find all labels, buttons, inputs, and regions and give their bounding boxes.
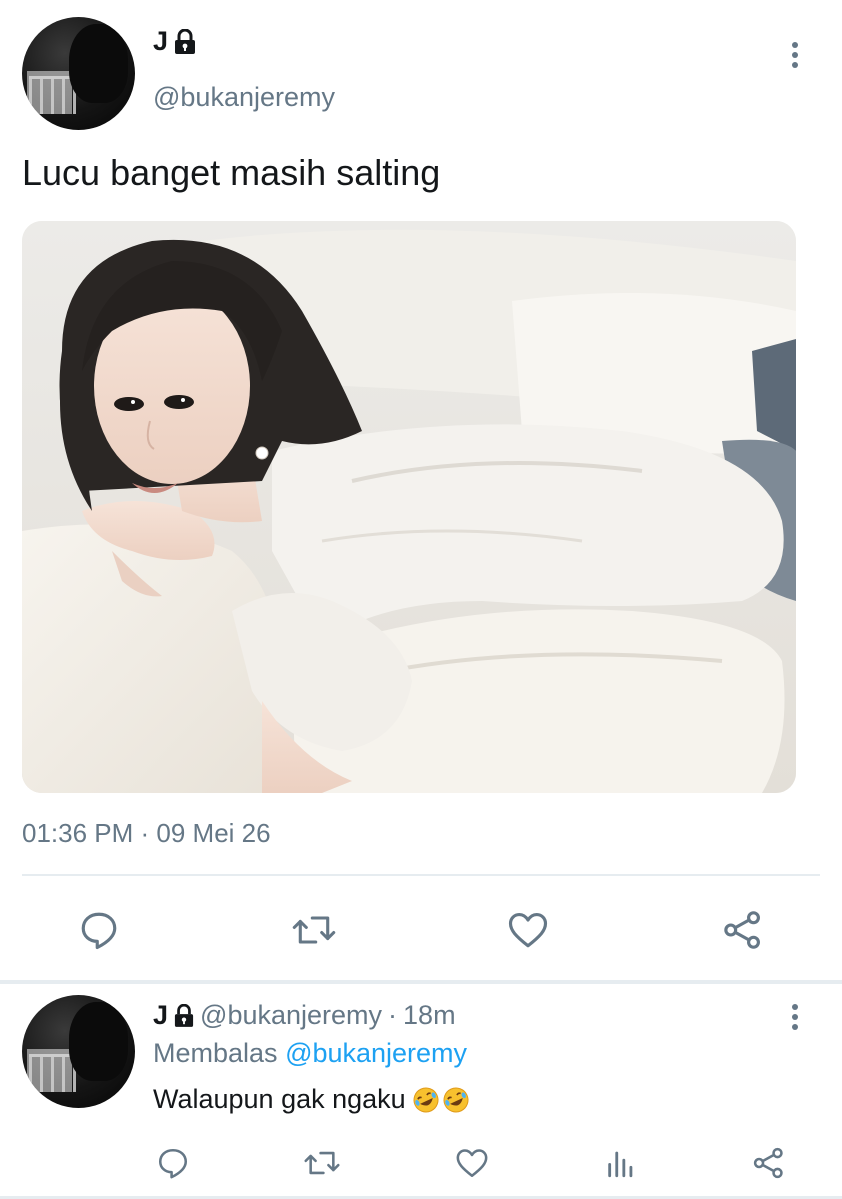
like-icon[interactable] xyxy=(454,1146,490,1180)
retweet-icon[interactable] xyxy=(290,909,338,951)
section-separator xyxy=(0,980,842,984)
display-name: J xyxy=(153,26,169,56)
reply-avatar[interactable] xyxy=(22,995,135,1108)
lock-icon xyxy=(175,28,196,54)
replying-mention[interactable]: @bukanjeremy xyxy=(285,1038,467,1068)
more-vertical-icon[interactable] xyxy=(790,42,800,68)
reply-icon[interactable] xyxy=(78,909,120,951)
author-name-row[interactable]: J xyxy=(153,26,196,57)
reply-text: Walaupun gak ngaku xyxy=(153,1084,406,1114)
author-handle: @bukanjeremy xyxy=(153,82,335,112)
reply-age: 18m xyxy=(403,1000,456,1030)
replying-to: Membalas @bukanjeremy xyxy=(153,1038,467,1069)
avatar[interactable] xyxy=(22,17,135,130)
rolling-on-floor-laughing-emoji xyxy=(413,1087,439,1112)
reply-emoji xyxy=(412,1086,470,1114)
share-icon[interactable] xyxy=(752,1146,786,1180)
reply-handle[interactable]: @bukanjeremy xyxy=(200,1000,382,1031)
replying-prefix: Membalas xyxy=(153,1038,278,1068)
reply-display-name[interactable]: J xyxy=(153,1000,168,1031)
reply-header: J @bukanjeremy · 18m xyxy=(153,1000,456,1031)
reply-icon[interactable] xyxy=(156,1146,190,1180)
rolling-on-floor-laughing-emoji xyxy=(443,1087,469,1112)
retweet-icon[interactable] xyxy=(302,1146,342,1180)
lock-icon xyxy=(174,1003,194,1027)
photo-illustration xyxy=(22,221,796,793)
divider xyxy=(22,874,820,876)
analytics-icon[interactable] xyxy=(604,1146,638,1180)
reply-text-row: Walaupun gak ngaku xyxy=(153,1084,470,1115)
more-vertical-icon[interactable] xyxy=(790,1004,800,1030)
meta-separator: · xyxy=(388,1000,398,1030)
tweet-detail-screen: J @bukanjeremy Lucu banget masih salting xyxy=(0,0,842,1199)
tweet-text: Lucu banget masih salting xyxy=(22,152,441,193)
tweet-actions xyxy=(0,905,842,953)
reply-actions xyxy=(0,1140,842,1184)
tweet-photo[interactable] xyxy=(22,221,796,793)
share-icon[interactable] xyxy=(722,909,764,951)
like-icon[interactable] xyxy=(506,909,550,951)
tweet-timestamp: 01:36 PM · 09 Mei 26 xyxy=(22,818,271,848)
